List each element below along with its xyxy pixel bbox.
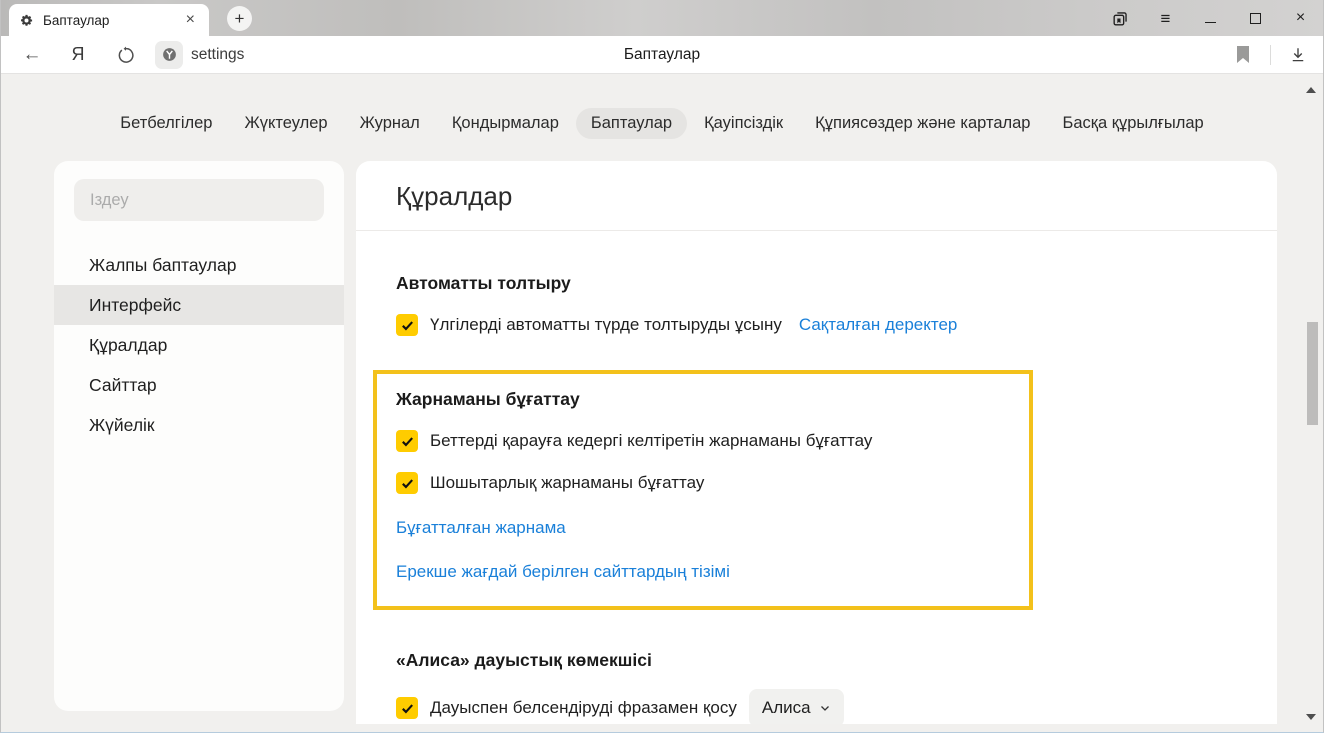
refresh-button[interactable]	[115, 44, 137, 66]
nav-tab-settings[interactable]: Баптаулар	[576, 108, 687, 139]
address-bar: ← Я settings Баптаулар	[1, 36, 1323, 74]
plus-icon: +	[235, 9, 245, 29]
panel-icon	[1111, 9, 1130, 28]
ad-block-row-1: Беттерді қарауға кедергі келтіретін жарн…	[396, 430, 1009, 452]
nav-tab-downloads[interactable]: Жүктеулер	[229, 108, 342, 139]
sidebar-item-system[interactable]: Жүйелік	[54, 405, 344, 445]
bookmark-button[interactable]	[1232, 44, 1254, 66]
alice-voice-select[interactable]: Алиса	[749, 689, 844, 724]
menu-button[interactable]: ≡	[1143, 0, 1188, 36]
nav-tab-history[interactable]: Журнал	[345, 108, 435, 139]
checkmark-icon	[400, 318, 415, 333]
autofill-checkbox[interactable]	[396, 314, 418, 336]
minimize-icon	[1205, 22, 1216, 23]
checkmark-icon	[400, 434, 415, 449]
tab-close-icon[interactable]: ×	[182, 12, 199, 28]
minimize-button[interactable]	[1188, 0, 1233, 36]
alice-checkbox[interactable]	[396, 697, 418, 719]
ad-block-heading: Жарнаманы бұғаттау	[396, 389, 1009, 410]
back-button[interactable]: ←	[21, 44, 43, 66]
url-text[interactable]: settings	[191, 46, 244, 64]
settings-page: Бетбелгілер Жүктеулер Журнал Қондырмалар…	[1, 74, 1323, 733]
autofill-heading: Автоматты толтыру	[396, 273, 1237, 294]
downloads-button[interactable]	[1287, 44, 1309, 66]
saved-data-link[interactable]: Сақталған деректер	[799, 315, 958, 335]
toolbar-separator	[1270, 45, 1271, 65]
tab-strip: Баптаулар × + ≡	[1, 0, 1323, 36]
nav-tab-security[interactable]: Қауіпсіздік	[689, 108, 798, 139]
autofill-row: Үлгілерді автоматты түрде толтыруды ұсын…	[396, 314, 1237, 336]
panel-divider	[356, 230, 1277, 231]
side-panel-button[interactable]	[1098, 0, 1143, 36]
autofill-checkbox-label[interactable]: Үлгілерді автоматты түрде толтыруды ұсын…	[430, 315, 782, 335]
address-bar-right	[1232, 44, 1323, 66]
scrollbar-thumb[interactable]	[1307, 322, 1318, 425]
ad-block-checkbox-2-label[interactable]: Шошытарлық жарнаманы бұғаттау	[430, 473, 704, 493]
new-tab-button[interactable]: +	[227, 6, 252, 31]
scrollbar-up-arrow[interactable]	[1306, 87, 1316, 93]
page-title: Құралдар	[396, 181, 1237, 212]
ad-block-checkbox-1-label[interactable]: Беттерді қарауға кедергі келтіретін жарн…	[430, 431, 872, 451]
tab-title: Баптаулар	[43, 13, 182, 28]
settings-nav: Бетбелгілер Жүктеулер Журнал Қондырмалар…	[1, 74, 1323, 139]
ad-block-checkbox-1[interactable]	[396, 430, 418, 452]
scrollbar-down-arrow[interactable]	[1306, 714, 1316, 720]
hamburger-icon: ≡	[1161, 10, 1171, 27]
sidebar-item-tools[interactable]: Құралдар	[54, 325, 344, 365]
gear-icon	[19, 13, 34, 28]
sidebar-item-sites[interactable]: Сайттар	[54, 365, 344, 405]
yandex-logo-icon[interactable]: Я	[67, 44, 89, 66]
alice-heading: «Алиса» дауыстық көмекшісі	[396, 650, 1237, 671]
sidebar-item-general[interactable]: Жалпы баптаулар	[54, 245, 344, 285]
close-window-button[interactable]: ×	[1278, 0, 1323, 36]
alice-checkbox-label[interactable]: Дауыспен белсендіруді фразамен қосу	[430, 698, 737, 718]
address-bar-left: ← Я settings	[1, 41, 244, 69]
alice-select-value: Алиса	[762, 698, 811, 718]
settings-sidebar: Жалпы баптаулар Интерфейс Құралдар Сайтт…	[54, 161, 344, 711]
blocked-ads-link[interactable]: Бұғатталған жарнама	[396, 518, 1009, 538]
panel-header: Құралдар	[356, 161, 1277, 230]
checkmark-icon	[400, 476, 415, 491]
nav-tab-extensions[interactable]: Қондырмалар	[437, 108, 574, 139]
ad-block-row-2: Шошытарлық жарнаманы бұғаттау	[396, 472, 1009, 494]
browser-window: Баптаулар × + ≡	[0, 0, 1324, 733]
maximize-button[interactable]	[1233, 0, 1278, 36]
chevron-down-icon	[819, 702, 831, 714]
protect-badge-button[interactable]	[155, 41, 183, 69]
ad-block-checkbox-2[interactable]	[396, 472, 418, 494]
checkmark-icon	[400, 701, 415, 716]
settings-panel: Құралдар Автоматты толтыру Үлгілерді авт…	[356, 161, 1277, 724]
close-icon: ×	[1296, 9, 1305, 27]
nav-tab-passwords[interactable]: Құпиясөздер және карталар	[800, 108, 1045, 139]
maximize-icon	[1250, 13, 1261, 24]
browser-tab[interactable]: Баптаулар ×	[9, 4, 209, 36]
window-controls: ≡ ×	[1098, 0, 1323, 36]
sidebar-item-interface[interactable]: Интерфейс	[54, 285, 344, 325]
nav-tab-devices[interactable]: Басқа құрылғылар	[1048, 108, 1219, 139]
alice-row: Дауыспен белсендіруді фразамен қосу Алис…	[396, 689, 1237, 724]
ad-block-highlighted-section: Жарнаманы бұғаттау Беттерді қарауға кеде…	[373, 370, 1033, 610]
sidebar-list: Жалпы баптаулар Интерфейс Құралдар Сайтт…	[54, 245, 344, 445]
content-area: Жалпы баптаулар Интерфейс Құралдар Сайтт…	[1, 161, 1323, 724]
exception-sites-link[interactable]: Ерекше жағдай берілген сайттардың тізімі	[396, 562, 1009, 582]
search-input[interactable]	[74, 179, 324, 221]
protect-icon	[161, 46, 178, 63]
nav-tab-bookmarks[interactable]: Бетбелгілер	[105, 108, 227, 139]
